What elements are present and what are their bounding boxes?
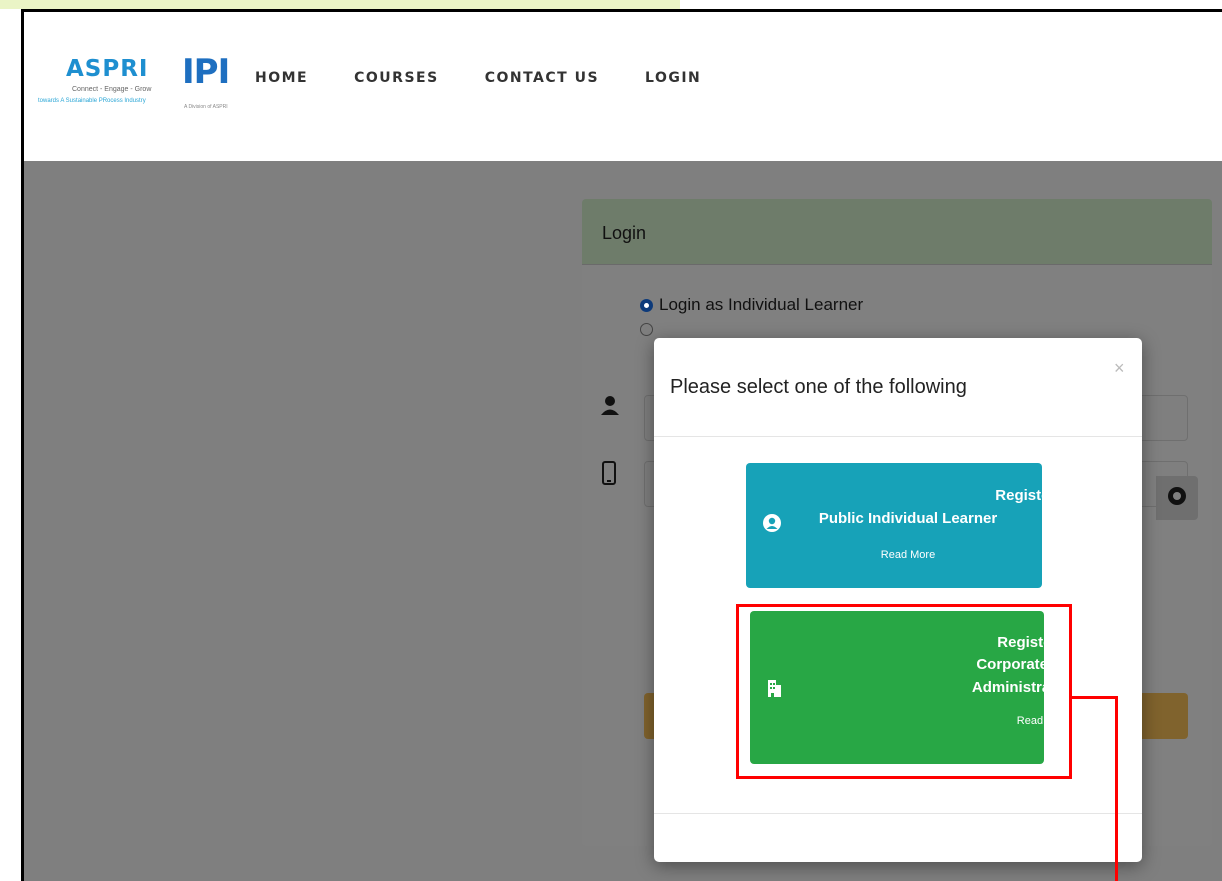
mobile-icon (602, 461, 616, 491)
ipi-subline: A Division of ASPRI (184, 104, 228, 110)
annotation-arrow-vertical (1115, 696, 1118, 881)
public-read-more[interactable]: Read More (760, 549, 1056, 561)
public-option-line2: Public Individual Learner (818, 510, 998, 527)
radio-selected-icon[interactable] (640, 298, 653, 312)
browser-frame: ASPRI Connect - Engage - Grow towards A … (21, 9, 1222, 881)
navbar: ASPRI Connect - Engage - Grow towards A … (24, 12, 1222, 161)
ipi-logo-word: IPI (182, 52, 230, 92)
aspri-logo[interactable]: ASPRI Connect - Engage - Grow towards A … (38, 56, 156, 116)
nav-home[interactable]: HOME (255, 70, 308, 86)
login-card-title: Login (602, 223, 647, 243)
annotation-highlight-box (736, 604, 1072, 779)
login-card-header: Login (582, 199, 1212, 265)
aspri-subline: towards A Sustainable PRocess Industry (38, 98, 146, 104)
aspri-tagline: Connect - Engage - Grow (72, 86, 152, 93)
register-public-individual-button[interactable]: Register as a Public Individual Learner … (746, 463, 1089, 588)
nav-login[interactable]: LOGIN (645, 70, 701, 86)
annotation-arrow-horizontal (1072, 696, 1118, 699)
register-modal: Please select one of the following × Reg… (654, 338, 1142, 862)
radio-corporate-admin[interactable] (640, 323, 653, 336)
ipi-logo[interactable]: IPI A Division of ASPRI (182, 52, 234, 116)
nav-contact-us[interactable]: CONTACT US (485, 70, 599, 86)
aspri-logo-word: ASPRI (66, 56, 149, 82)
radio-individual-learner[interactable]: Login as Individual Learner (640, 295, 863, 315)
modal-header: Please select one of the following × (654, 338, 1142, 437)
nav-courses[interactable]: COURSES (354, 70, 439, 86)
radio-individual-label: Login as Individual Learner (659, 295, 864, 314)
close-icon[interactable]: × (1114, 358, 1125, 379)
radio-unselected-icon[interactable] (640, 323, 653, 336)
user-icon (600, 395, 620, 421)
top-strip (0, 0, 680, 9)
main-nav: HOME COURSES CONTACT US LOGIN (255, 70, 747, 86)
public-option-line1: Register as a (995, 487, 1089, 504)
modal-title: Please select one of the following (670, 376, 967, 398)
modal-footer-divider (654, 813, 1142, 814)
